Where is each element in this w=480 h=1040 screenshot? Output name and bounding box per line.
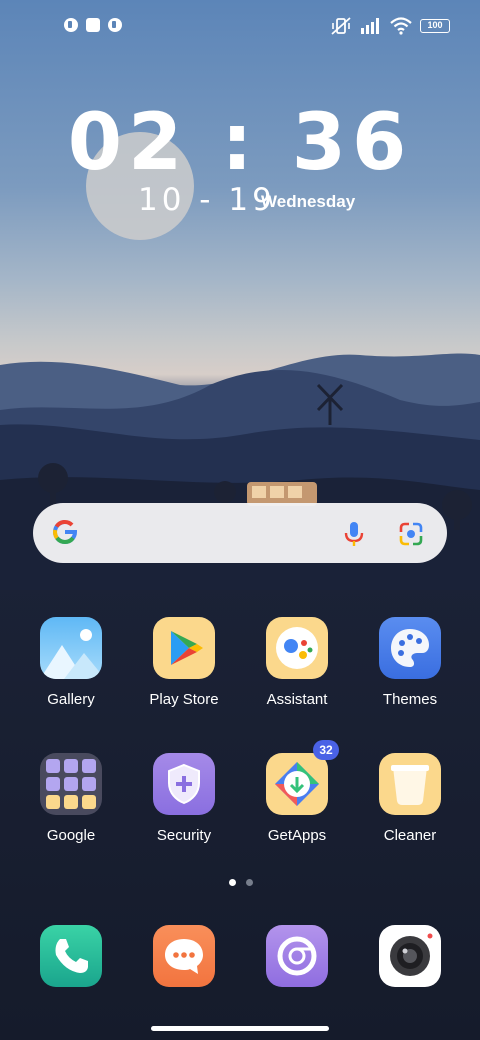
app-getapps[interactable]: 32 GetApps — [242, 740, 352, 844]
page-dot — [246, 879, 253, 886]
play-store-icon — [153, 617, 215, 679]
camera-icon — [379, 925, 441, 987]
google-g-icon — [53, 520, 78, 544]
dock-browser[interactable] — [242, 925, 352, 987]
notification-app-icon — [108, 18, 122, 32]
dock-phone[interactable] — [16, 925, 126, 987]
app-play-store[interactable]: Play Store — [129, 617, 239, 708]
signal-icon — [361, 18, 379, 34]
app-label: GetApps — [267, 827, 327, 844]
status-bar: 100 — [0, 14, 480, 42]
google-search-bar[interactable] — [33, 503, 447, 563]
palette-icon — [379, 617, 441, 679]
dock-messages[interactable] — [129, 925, 239, 987]
gallery-icon — [40, 617, 102, 679]
app-themes[interactable]: Themes — [355, 617, 465, 708]
app-label: Play Store — [149, 691, 219, 708]
mic-icon[interactable] — [339, 519, 369, 549]
app-folder-google[interactable]: Google — [16, 753, 126, 844]
app-gallery[interactable]: Gallery — [16, 617, 126, 708]
shield-icon — [153, 753, 215, 815]
notification-badge: 32 — [313, 740, 339, 760]
battery-indicator: 100 — [420, 19, 450, 33]
app-label: Assistant — [266, 691, 328, 708]
app-label: Cleaner — [383, 827, 437, 844]
wifi-icon — [390, 17, 412, 35]
clock-date: 10 - 19 — [138, 182, 276, 218]
dock-camera[interactable] — [355, 925, 465, 987]
vibrate-off-icon — [331, 17, 351, 35]
gesture-nav-bar[interactable] — [151, 1026, 329, 1031]
app-security[interactable]: Security — [129, 753, 239, 844]
browser-icon — [266, 925, 328, 987]
app-cleaner[interactable]: Cleaner — [355, 753, 465, 844]
phone-icon — [40, 925, 102, 987]
getapps-icon — [266, 753, 328, 815]
notification-app-icon — [86, 18, 100, 32]
clock-time[interactable]: 02 : 36 — [0, 98, 480, 188]
notification-icons — [64, 18, 122, 32]
app-label: Google — [46, 827, 96, 844]
assistant-icon — [266, 617, 328, 679]
folder-icon — [40, 753, 102, 815]
app-label: Gallery — [47, 691, 95, 708]
page-indicator — [229, 879, 253, 886]
notification-app-icon — [64, 18, 78, 32]
messages-icon — [153, 925, 215, 987]
app-label: Themes — [382, 691, 438, 708]
app-assistant[interactable]: Assistant — [242, 617, 352, 708]
app-label: Security — [156, 827, 212, 844]
lens-icon[interactable] — [397, 520, 425, 548]
page-dot-active — [229, 879, 236, 886]
cleaner-icon — [379, 753, 441, 815]
clock-weekday: Wednesday — [261, 192, 356, 211]
